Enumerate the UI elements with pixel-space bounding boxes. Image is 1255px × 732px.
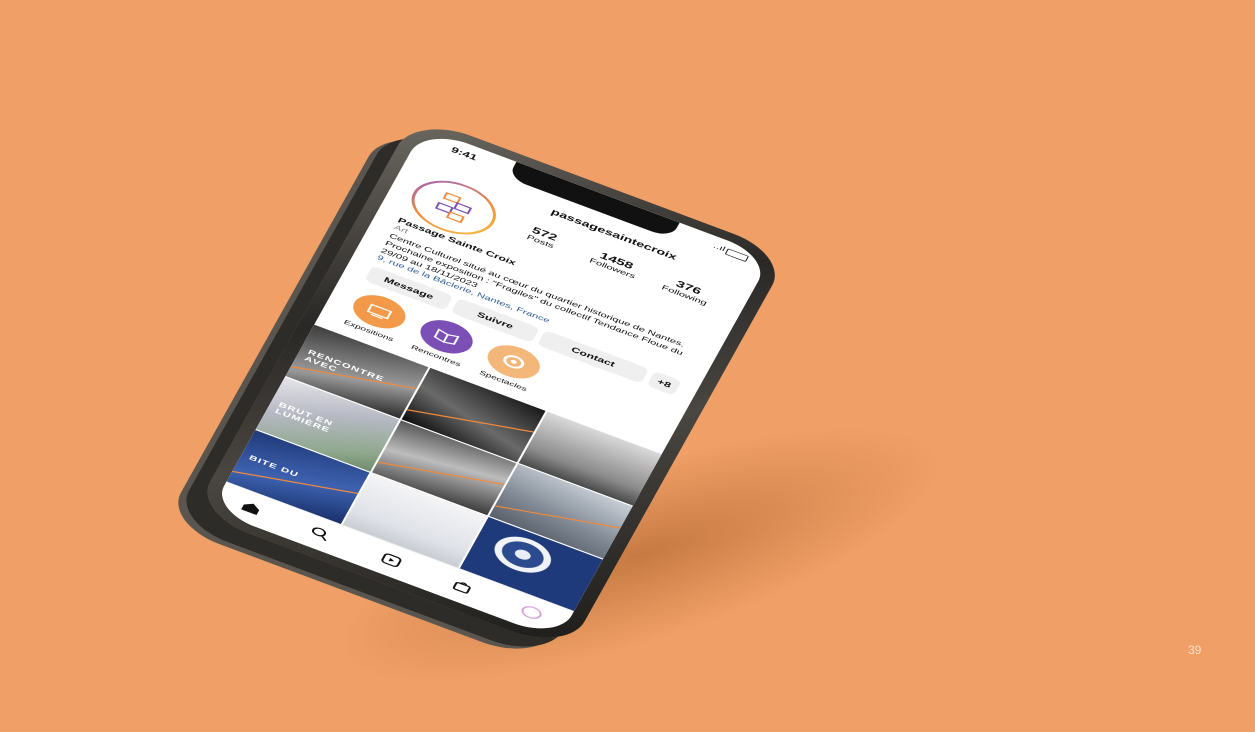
status-time: 9:41 — [449, 144, 479, 163]
shop-icon[interactable] — [445, 574, 480, 599]
signal-icon: ..ıl — [711, 242, 727, 253]
profile-icon[interactable] — [514, 600, 549, 625]
search-icon[interactable] — [303, 521, 338, 546]
stat-posts[interactable]: 572 Posts — [505, 217, 581, 257]
passage-sainte-croix-logo-icon — [434, 191, 473, 224]
stat-followers[interactable]: 1458 Followers — [577, 244, 653, 284]
battery-icon — [724, 248, 750, 263]
profile-avatar[interactable] — [401, 170, 507, 245]
stat-following[interactable]: 376 Following — [649, 271, 725, 311]
home-icon[interactable] — [234, 496, 269, 521]
reels-icon[interactable] — [374, 548, 409, 573]
more-button[interactable]: +8 — [646, 370, 682, 396]
page-number: 39 — [1188, 643, 1202, 657]
